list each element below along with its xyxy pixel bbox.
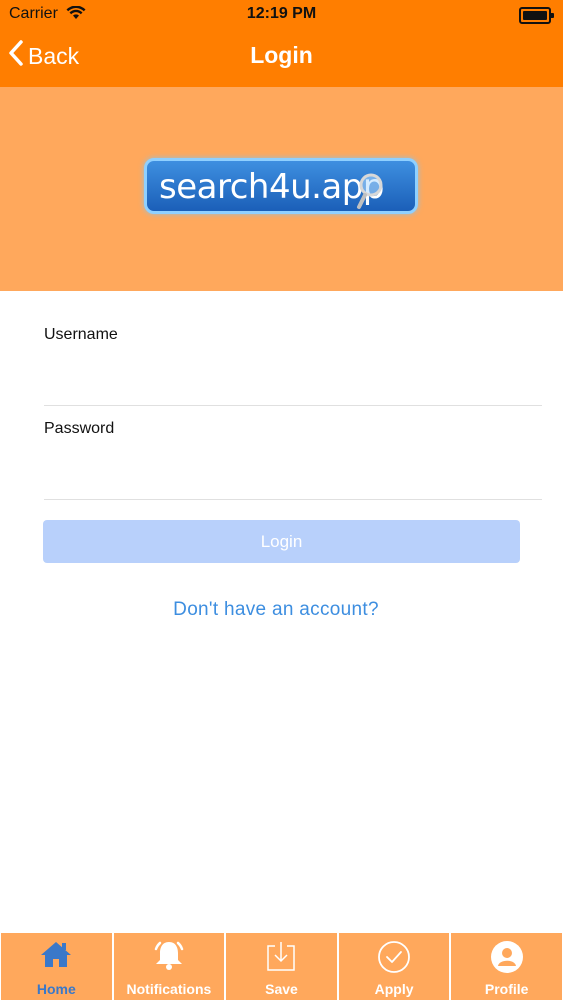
tab-save[interactable]: Save <box>225 932 338 1000</box>
checkmark-circle-icon <box>339 939 450 975</box>
clock: 12:19 PM <box>246 5 317 22</box>
tab-profile[interactable]: Profile <box>450 932 563 1000</box>
username-label: Username <box>44 326 118 343</box>
login-button[interactable]: Login <box>43 520 520 563</box>
download-icon <box>226 939 337 975</box>
tab-profile-label: Profile <box>484 981 529 997</box>
logo-banner: search4u.app <box>0 87 563 291</box>
tab-notifications[interactable]: Notifications <box>112 932 226 1000</box>
password-divider <box>44 499 542 500</box>
tab-apply[interactable]: Apply <box>337 932 451 1000</box>
username-input[interactable] <box>44 360 541 392</box>
person-icon <box>451 939 562 975</box>
password-label: Password <box>44 420 115 437</box>
logo-text: search4u.app <box>159 167 384 207</box>
magnifying-glass-icon <box>355 171 391 216</box>
status-bar: Carrier 12:19 PM <box>0 0 563 30</box>
page-title: Login <box>250 42 313 68</box>
top-bar: Carrier 12:19 PM Back Login <box>0 0 563 87</box>
navigation-bar: Back Login <box>0 30 563 87</box>
tab-home-label: Home <box>36 981 76 997</box>
tab-home[interactable]: Home <box>0 932 113 1000</box>
username-divider <box>44 405 542 406</box>
tab-bar: Home Notifications Save Apply Profile <box>0 932 563 1000</box>
bell-icon <box>114 939 225 975</box>
tab-apply-label: Apply <box>374 981 414 997</box>
home-icon <box>1 939 112 975</box>
password-input[interactable] <box>44 455 541 487</box>
signup-link[interactable]: Don't have an account? <box>0 599 552 621</box>
app-logo: search4u.app <box>144 158 418 214</box>
tab-notifications-label: Notifications <box>126 981 212 997</box>
battery-icon <box>519 7 554 24</box>
tab-save-label: Save <box>265 981 298 997</box>
